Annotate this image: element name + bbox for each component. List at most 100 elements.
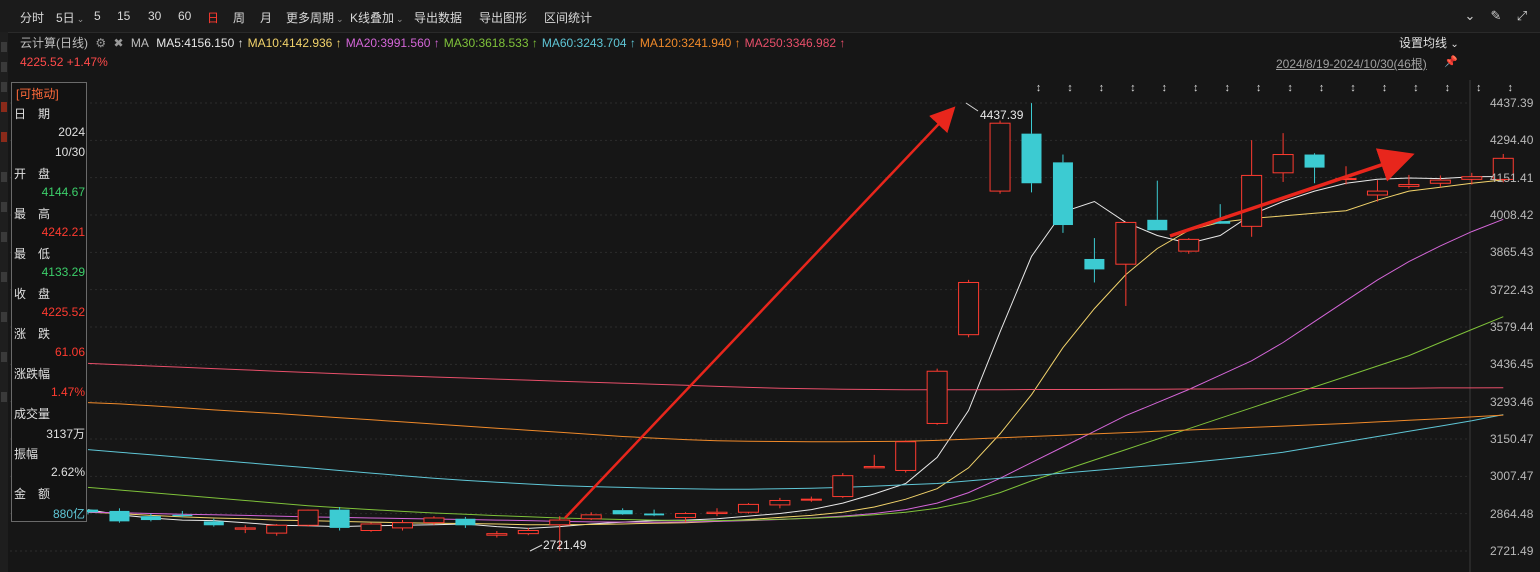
fullscreen-icon[interactable]: ⤢ — [1514, 8, 1530, 24]
kline-chart[interactable]: ↕ ↕ ↕ ↕ ↕ ↕ ↕ ↕ ↕ ↕ ↕ ↕ ↕ ↕ ↕ ↕ 4437.39 2721.49 — [0, 0, 1540, 572]
candle — [517, 530, 539, 535]
y-tick-label: 2864.48 — [1490, 506, 1534, 521]
dividend-marker: ↕ — [1224, 82, 1230, 94]
ma-settings-button[interactable]: 设置均线 ⌄ — [1399, 34, 1459, 51]
candle — [234, 527, 256, 530]
tab-2[interactable]: 5 — [94, 9, 101, 23]
candle — [140, 516, 161, 521]
info-value-3: 4133.29 — [41, 265, 85, 279]
high-label: 4437.39 — [980, 108, 1024, 122]
candle — [737, 503, 759, 513]
dividend-marker: ↕ — [1476, 82, 1482, 94]
info-value-4: 4225.52 — [41, 305, 85, 319]
drag-hint[interactable]: [可拖动] — [16, 85, 59, 102]
info-value-0: 10/30 — [54, 145, 85, 159]
candle — [832, 475, 854, 498]
tab-10[interactable]: K线叠加 ⌄ — [350, 9, 404, 26]
close-icon[interactable]: ✖ — [113, 36, 123, 50]
indicator-name: 云计算(日线) — [20, 36, 88, 50]
candle — [580, 514, 602, 520]
tab-6[interactable]: 日 — [207, 9, 219, 26]
tab-11[interactable]: 导出数据 — [414, 9, 462, 26]
y-tick-label: 3722.43 — [1490, 282, 1534, 297]
info-label-5: 涨 跌 — [14, 327, 51, 341]
low-pointer — [529, 544, 543, 552]
ma-value-5: MA120:3241.940 ↑ — [639, 36, 741, 50]
toolbar: 分时 5日 ⌄ 5 15 30 60 日周月更多周期 ⌄ K线叠加 ⌄ 导出数据 导出图形 区间统计 — [0, 0, 1540, 33]
candle — [360, 523, 382, 532]
candle — [1366, 190, 1388, 196]
dividend-marker: ↕ — [1036, 82, 1042, 94]
info-label-0: 日 期 — [14, 107, 51, 121]
pin-icon[interactable]: 📌 — [1444, 55, 1458, 68]
ma-line-MA250 — [87, 362, 1504, 391]
y-tick-label: 4294.40 — [1490, 133, 1534, 148]
gear-icon[interactable]: ⚙ — [95, 36, 106, 50]
info-value-6: 1.47% — [50, 385, 85, 399]
indicator-header: 云计算(日线) ⚙ ✖ MA MA5:4156.150 ↑ MA10:4142.9… — [20, 34, 853, 50]
y-tick-label: 4151.41 — [1490, 170, 1534, 185]
pen-icon[interactable]: ✎ — [1488, 8, 1504, 24]
candle — [297, 509, 319, 526]
candle — [486, 533, 508, 536]
tab-1[interactable]: 5日 ⌄ — [56, 9, 84, 26]
dividend-marker: ↕ — [1193, 82, 1199, 94]
tab-12[interactable]: 导出图形 — [479, 9, 527, 26]
tab-13[interactable]: 区间统计 — [544, 9, 592, 26]
date-range-link[interactable]: 2024/8/19-2024/10/30(46根) — [1276, 55, 1427, 72]
tab-9[interactable]: 更多周期 ⌄ — [286, 9, 344, 26]
candle — [958, 281, 980, 336]
dividend-marker: ↕ — [1319, 82, 1325, 94]
y-tick-label: 3293.46 — [1490, 394, 1534, 409]
dividend-marker: ↕ — [1256, 82, 1262, 94]
candle — [863, 466, 885, 469]
y-tick-label: 4437.39 — [1490, 96, 1534, 110]
y-tick-label: 4008.42 — [1490, 207, 1534, 222]
tab-0[interactable]: 分时 — [20, 9, 44, 26]
price-change: +1.47% — [66, 55, 108, 69]
candle — [1052, 162, 1073, 226]
candle — [1429, 179, 1451, 184]
ma-line-MA10 — [87, 179, 1504, 526]
candle — [109, 510, 130, 522]
ma-value-4: MA60:3243.704 ↑ — [541, 36, 636, 50]
chevron-down-icon: ⌄ — [1450, 39, 1459, 50]
ma-value-3: MA30:3618.533 ↑ — [443, 36, 538, 50]
ma-value-6: MA250:3346.982 ↑ — [744, 36, 846, 50]
candle — [1147, 219, 1168, 231]
tab-7[interactable]: 周 — [233, 9, 245, 26]
tab-8[interactable]: 月 — [260, 9, 272, 26]
ma-value-0: MA5:4156.150 ↑ — [156, 36, 244, 50]
ma-value-2: MA20:3991.560 ↑ — [345, 36, 440, 50]
ohlc-info-box[interactable]: [可拖动] 日 期 2024 10/30 开 盘 4144.67 最 高 4242.21 最 低… — [11, 82, 87, 522]
tab-3[interactable]: 15 — [117, 9, 130, 23]
candle — [769, 499, 791, 506]
tab-4[interactable]: 30 — [148, 9, 161, 23]
candle — [1304, 154, 1325, 168]
candle — [266, 524, 288, 534]
candle — [1084, 258, 1105, 270]
info-value-9: 880亿 — [52, 507, 85, 521]
info-label-8: 振幅 — [14, 447, 39, 461]
y-tick-label: 3150.47 — [1490, 431, 1534, 446]
info-value-5: 61.06 — [54, 345, 85, 359]
chevron-down-icon: ⌄ — [396, 14, 404, 24]
ma-line-MA120 — [87, 402, 1504, 443]
tab-5[interactable]: 60 — [178, 9, 191, 23]
y-tick-label: 3436.45 — [1490, 357, 1534, 372]
candle — [203, 521, 224, 526]
y-tick-label: 2721.49 — [1490, 544, 1534, 558]
trend-arrow-up — [564, 106, 956, 519]
info-label-7: 成交量 — [14, 407, 51, 421]
info-label-1: 开 盘 — [14, 167, 51, 181]
candle — [423, 517, 445, 524]
dividend-marker: ↕ — [1067, 82, 1073, 94]
info-label-6: 涨跌幅 — [14, 367, 51, 381]
candle — [1461, 176, 1483, 180]
chevron-down-circle-icon[interactable]: ⌄ — [1462, 8, 1478, 24]
candle — [675, 513, 697, 518]
candle — [172, 514, 193, 517]
candle — [1115, 221, 1137, 265]
candle — [989, 122, 1011, 192]
chevron-down-icon: ⌄ — [76, 14, 85, 24]
